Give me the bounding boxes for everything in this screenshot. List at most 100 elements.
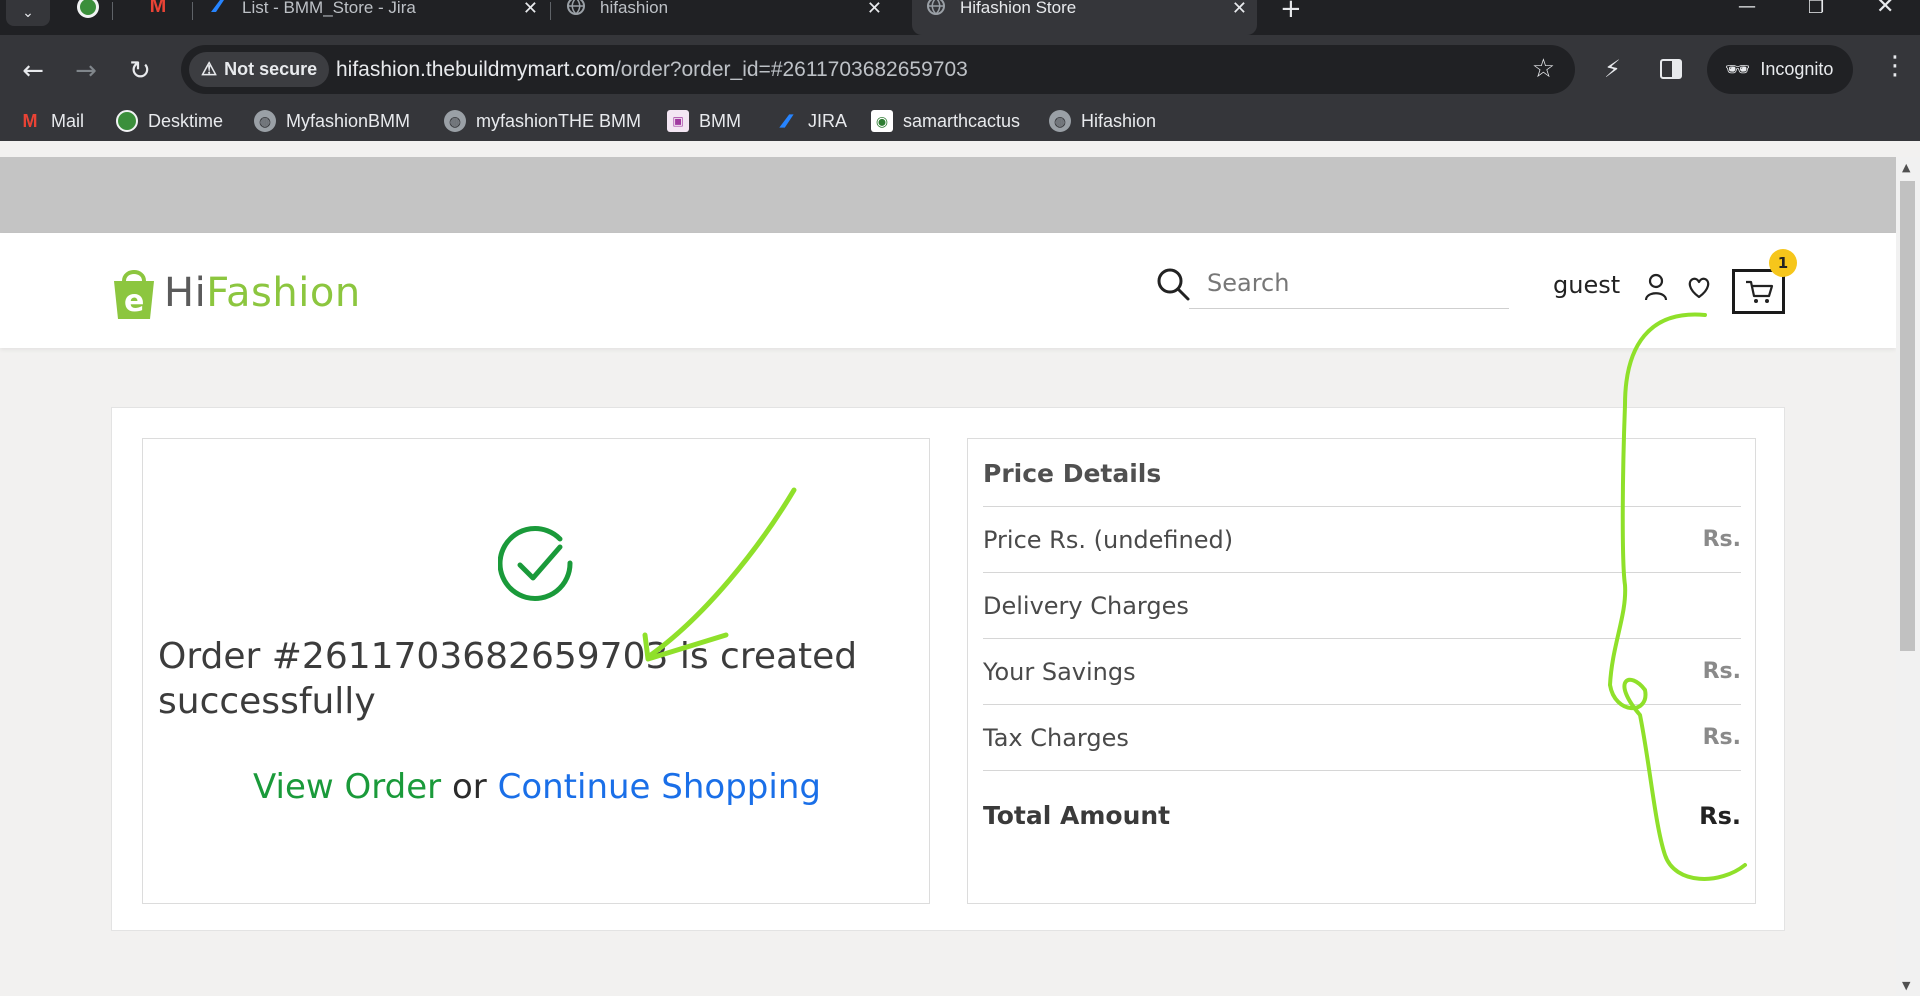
bookmark-hifashion[interactable]: ◍ Hifashion [1049,110,1156,132]
cart-count-badge: 1 [1769,249,1797,277]
tab-hifashion[interactable]: hifashion ✕ [566,0,892,35]
close-icon[interactable]: ✕ [1232,0,1247,19]
address-bar[interactable]: ⚠ Not secure hifashion.thebuildmymart.co… [181,45,1575,94]
side-panel-icon[interactable] [1659,57,1683,81]
bookmark-bmm[interactable]: ▣ BMM [667,110,741,132]
continue-shopping-link[interactable]: Continue Shopping [498,767,821,807]
new-tab-plus-icon[interactable]: + [1280,0,1302,24]
bookmark-label: BMM [699,110,741,131]
globe-icon [927,0,945,15]
scroll-down-arrow-icon[interactable]: ▼ [1902,979,1910,992]
chevron-down-icon: ⌄ [22,5,34,21]
tab-separator [192,2,193,20]
bookmark-label: samarthcactus [903,110,1021,131]
order-success-card: Order #2611703682659703 is created succe… [142,438,930,904]
desktime-icon [77,0,99,18]
bookmark-myfashionbmm[interactable]: ◍ MyfashionBMM [254,110,410,132]
bookmark-label: Mail [51,110,85,131]
globe-icon: ◍ [444,110,466,132]
page-viewport: e HiFashion guest 1 [0,157,1896,996]
search-input[interactable] [1189,257,1509,309]
security-chip[interactable]: ⚠ Not secure [189,52,330,87]
total-amount-value: Rs. [1699,801,1741,830]
security-chip-label: Not secure [224,59,318,79]
cart-icon [1745,280,1773,303]
incognito-profile-button[interactable]: 🕶 Incognito [1707,45,1853,94]
forward-arrow-icon[interactable]: → [70,55,102,87]
total-amount-label: Total Amount [983,801,1171,830]
samarth-icon: ◉ [871,110,893,132]
price-row-label: Price Rs. (undefined) [983,525,1234,554]
back-arrow-icon[interactable]: ← [17,55,49,87]
price-row: Price Rs. (undefined) Rs. [983,506,1741,572]
globe-icon: ◍ [254,110,276,132]
gmail-icon: M [22,110,38,131]
shopping-bag-logo-icon: e [114,270,154,319]
price-row-label: Tax Charges [983,723,1129,752]
price-details-card: Price Details Price Rs. (undefined) Rs. … [967,438,1756,904]
reload-icon[interactable]: ↻ [124,55,156,87]
price-row: Delivery Charges [983,572,1741,638]
user-icon[interactable] [1643,272,1669,302]
bookmark-label: JIRA [808,110,848,131]
url-text[interactable]: hifashion.thebuildmymart.com/order?order… [336,58,968,82]
svg-text:e: e [124,284,144,319]
price-row-value: Rs. [1702,659,1741,684]
bookmark-label: Hifashion [1081,110,1157,131]
menu-kebab-icon[interactable]: ⋮ [1882,51,1908,81]
pinned-tab-desktime[interactable] [70,0,106,20]
pinned-tab-gmail[interactable]: M [140,0,176,20]
jira-icon [211,0,224,12]
url-path: /order?order_id=#2611703682659703 [614,58,968,81]
gmail-icon: M [149,0,167,17]
tab-jira[interactable]: List - BMM_Store - Jira ✕ [208,0,548,35]
tab-search-button[interactable]: ⌄ [6,0,50,26]
bmm-icon: ▣ [667,110,689,132]
site-header: e HiFashion guest 1 [0,233,1896,348]
price-row-label: Delivery Charges [983,591,1189,620]
tab-separator [112,2,113,20]
tab-title: Hifashion Store [960,0,1077,17]
price-row-label: Your Savings [983,657,1136,686]
profile-label: Incognito [1760,59,1834,79]
price-row: Your Savings Rs. [983,638,1741,704]
order-actions: View Order or Continue Shopping [143,767,931,807]
promo-strip [0,157,1896,233]
price-details-title: Price Details [983,459,1162,488]
url-host: hifashion.thebuildmymart.com [336,58,615,81]
minimize-icon[interactable]: — [1738,0,1756,17]
page-scrollbar[interactable]: ▲ ▼ [1896,157,1920,996]
performance-icon[interactable]: ⚡ [1604,55,1621,83]
order-success-message: Order #2611703682659703 is created succe… [158,636,858,722]
tab-separator [550,2,551,20]
bookmark-label: Desktime [148,110,224,131]
bookmark-label: myfashionTHE BMM [476,110,642,131]
close-icon[interactable]: ✕ [523,0,538,19]
warning-icon: ⚠ [201,59,218,79]
tab-hifashion-store[interactable]: Hifashion Store ✕ [912,0,1257,35]
scroll-thumb[interactable] [1900,181,1915,651]
heart-icon[interactable] [1686,273,1712,301]
logo-fashion: Fashion [206,270,361,316]
search-icon[interactable] [1155,266,1191,302]
bookmark-desktime[interactable]: Desktime [116,110,223,132]
restore-icon[interactable]: ❐ [1808,0,1824,18]
bookmark-jira[interactable]: JIRA [776,110,847,132]
bookmark-star-icon[interactable]: ☆ [1532,54,1555,84]
scroll-up-arrow-icon[interactable]: ▲ [1902,161,1910,174]
bookmark-samarthcactus[interactable]: ◉ samarthcactus [871,110,1020,132]
tab-title: hifashion [600,0,669,17]
or-text: or [451,767,487,807]
window-close-icon[interactable]: ✕ [1876,0,1894,19]
close-icon[interactable]: ✕ [867,0,882,19]
success-check-icon [498,526,573,601]
logo-hi: Hi [164,270,207,316]
bookmark-myfashion-the-bmm[interactable]: ◍ myfashionTHE BMM [444,110,641,132]
incognito-icon: 🕶 [1725,59,1751,81]
site-logo[interactable]: e HiFashion [110,263,361,323]
globe-icon: ◍ [1049,110,1071,132]
bookmark-mail[interactable]: M Mail [19,110,85,132]
logo-wordmark: HiFashion [164,270,361,316]
user-name-label[interactable]: guest [1553,271,1620,299]
view-order-link[interactable]: View Order [253,767,441,807]
